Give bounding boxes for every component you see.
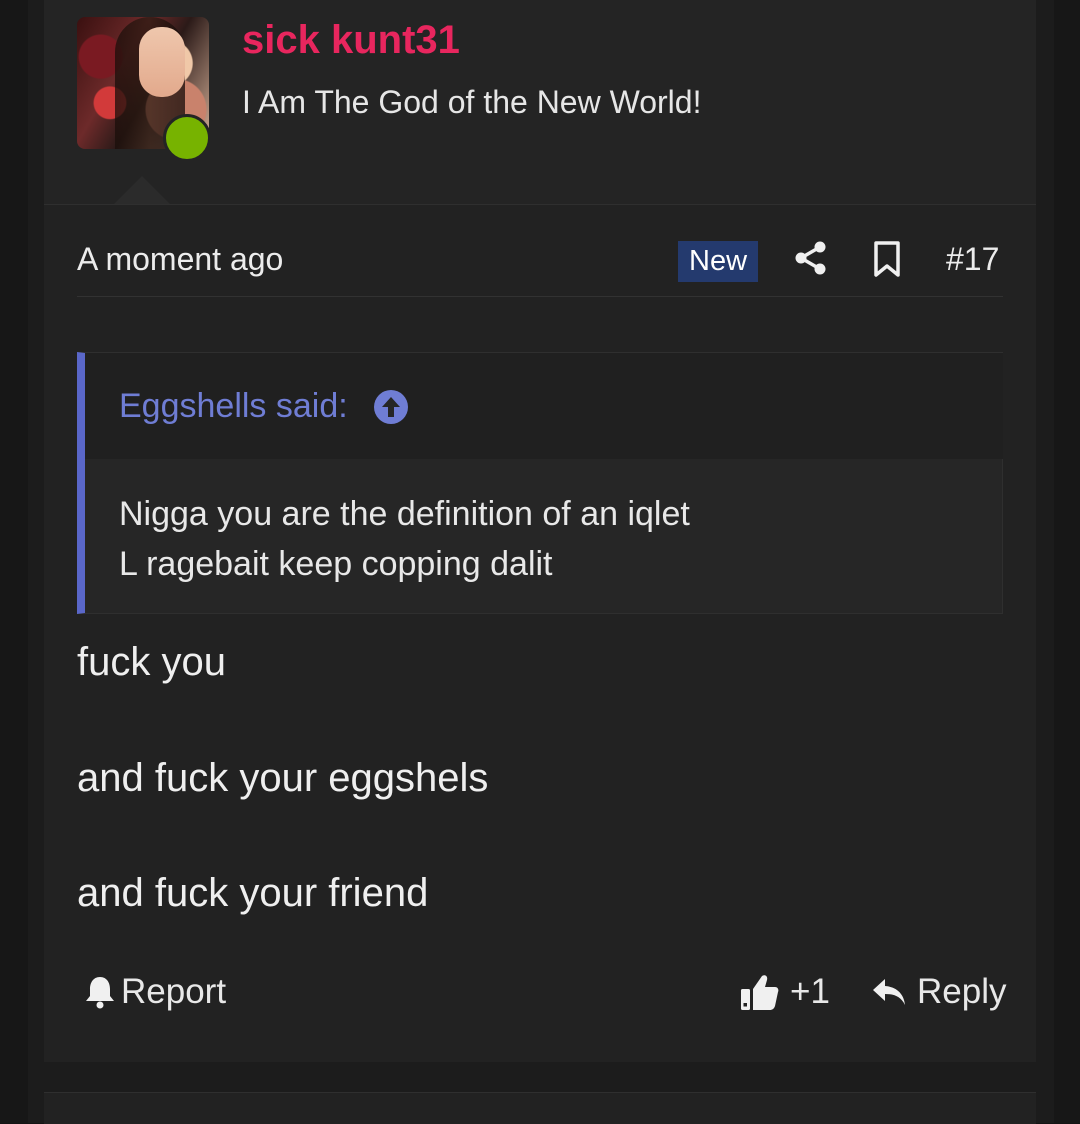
message-line: and fuck your eggshels [77,756,489,800]
avatar-face [139,27,185,97]
username-link[interactable]: sick kunt31 [242,18,460,63]
reaction-count: +1 [790,972,830,1011]
post-separator [44,1062,1036,1092]
message-line: fuck you [77,640,226,684]
new-badge: New [678,241,759,282]
message-line: and fuck your friend [77,871,429,915]
quote-line: Nigga you are the definition of an iqlet [119,495,690,533]
thumbs-up-icon [741,975,779,1010]
report-label: Report [121,972,227,1011]
post-actions: Report +1 Reply [77,968,1006,1022]
header-pointer [114,176,170,204]
post-number-link[interactable]: #17 [946,241,999,278]
report-button[interactable]: Report [85,972,226,1012]
bookmark-icon[interactable] [872,241,902,277]
user-title: I Am The God of the New World! [242,84,702,120]
post-user-header: sick kunt31 I Am The God of the New Worl… [44,0,1036,205]
reply-arrow-icon [873,979,905,1005]
quote-line: L ragebait keep copping dalit [119,545,553,583]
reply-button[interactable]: Reply [871,972,1006,1012]
right-gutter [1054,0,1080,1123]
reply-label: Reply [917,972,1007,1011]
post-meta: A moment ago New #17 [77,224,1003,297]
arrow-up-circle-icon[interactable] [373,389,409,425]
thread-page: sick kunt31 I Am The God of the New Worl… [28,0,1054,1124]
bell-icon [86,977,114,1009]
quote-header: Eggshells said: [85,353,1003,459]
online-status-indicator [163,114,211,162]
quote-body: Nigga you are the definition of an iqlet… [119,489,690,589]
left-gutter [0,0,28,1123]
quote-author-link[interactable]: Eggshells said: [119,387,348,426]
share-icon[interactable] [794,241,828,275]
like-button[interactable]: +1 [740,972,830,1012]
next-post [44,1092,1036,1124]
post-time[interactable]: A moment ago [77,241,283,278]
post: sick kunt31 I Am The God of the New Worl… [44,0,1036,1062]
quote-block: Eggshells said: Nigga you are the defini… [77,352,1003,614]
